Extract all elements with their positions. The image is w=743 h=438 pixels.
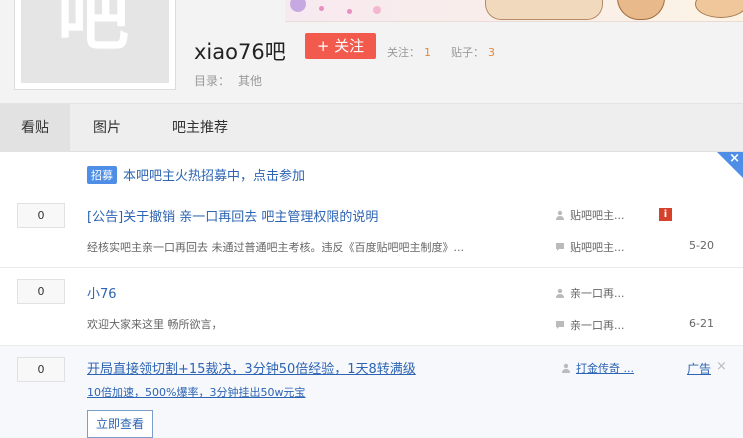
forum-avatar[interactable]: 吧 <box>14 0 176 90</box>
tab-pictures[interactable]: 图片 <box>74 104 140 152</box>
post-title[interactable]: [公告]关于撤销 亲一口再回去 吧主管理权限的说明 <box>87 206 378 225</box>
last-reply-user[interactable]: 贴吧吧主... <box>555 239 625 255</box>
list-item: 0 小76 亲一口再... 欢迎大家来这里 畅所欲言， 亲一口再... 6-21 <box>0 268 743 346</box>
user-icon <box>556 210 564 220</box>
ad-label[interactable]: 广告 <box>687 360 711 377</box>
header-banner <box>285 0 743 22</box>
comment-icon <box>556 243 564 251</box>
ad-author[interactable]: 打金传奇 ... <box>561 360 634 376</box>
ad-title[interactable]: 开局直接领切割+15裁决，3分钟50倍经验，1天8转满级 <box>87 358 416 377</box>
post-title[interactable]: 小76 <box>87 283 117 302</box>
reply-count: 0 <box>17 279 65 304</box>
list-item: 0 [公告]关于撤销 亲一口再回去 吧主管理权限的说明 贴吧吧主... i 经核… <box>0 190 743 268</box>
recruit-notice[interactable]: 招募 本吧吧主火热招募中，点击参加 <box>87 165 305 184</box>
reply-count: 0 <box>17 357 65 382</box>
forum-header: 吧 xiao76吧 + 关注 关注： 1 贴子： 3 目录： 其他 <box>0 0 743 104</box>
tab-posts[interactable]: 看贴 <box>0 104 70 152</box>
follow-button[interactable]: + 关注 <box>305 33 376 59</box>
ad-item: 0 开局直接领切割+15裁决，3分钟50倍经验，1天8转满级 打金传奇 ... … <box>0 346 743 438</box>
reply-count: 0 <box>17 203 65 228</box>
post-author[interactable]: 亲一口再... <box>555 285 625 301</box>
catalog-link[interactable]: 其他 <box>238 74 262 88</box>
view-now-button[interactable]: 立即查看 <box>87 410 153 438</box>
post-count: 贴子： 3 <box>451 46 495 59</box>
close-icon[interactable]: × <box>716 359 727 374</box>
user-icon <box>556 288 564 298</box>
close-icon[interactable]: × <box>729 151 740 166</box>
ad-subtitle[interactable]: 10倍加速，500%爆率，3分钟挂出50w元宝 <box>87 384 305 400</box>
post-author[interactable]: 贴吧吧主... <box>555 207 625 223</box>
user-icon <box>562 363 570 373</box>
post-date: 6-21 <box>689 317 714 330</box>
forum-tabs: 看贴 图片 吧主推荐 <box>0 104 743 152</box>
info-icon: i <box>659 208 672 221</box>
post-date: 5-20 <box>689 239 714 252</box>
forum-name[interactable]: xiao76吧 <box>194 36 286 66</box>
post-abstract: 经核实吧主亲一口再回去 未通过普通吧主考核。违反《百度贴吧吧主制度》... <box>87 241 464 254</box>
forum-avatar-glyph: 吧 <box>57 0 130 60</box>
tab-recommended[interactable]: 吧主推荐 <box>150 104 250 152</box>
recruit-text[interactable]: 本吧吧主火热招募中，点击参加 <box>123 169 305 184</box>
forum-catalog: 目录： 其他 <box>194 74 263 88</box>
recruit-badge: 招募 <box>87 165 117 184</box>
last-reply-user[interactable]: 亲一口再... <box>555 317 625 333</box>
follow-count: 关注： 1 <box>387 46 431 59</box>
post-abstract: 欢迎大家来这里 畅所欲言， <box>87 318 223 331</box>
comment-icon <box>556 321 564 329</box>
